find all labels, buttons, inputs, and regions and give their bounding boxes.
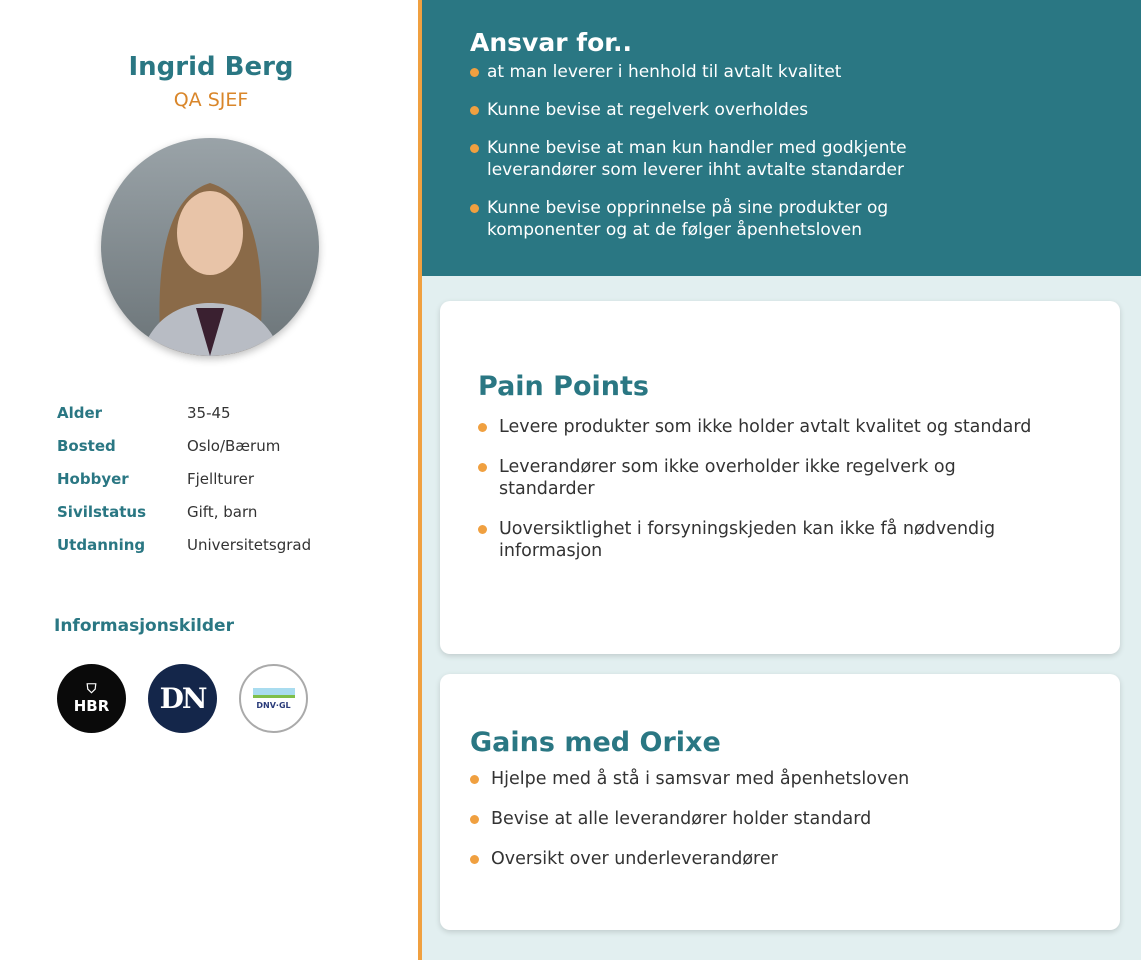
fact-value: 35-45	[187, 404, 231, 422]
sources-title: Informasjonskilder	[54, 616, 234, 636]
fact-value: Universitetsgrad	[187, 536, 312, 554]
fact-value: Gift, barn	[187, 503, 258, 521]
fact-row: Sivilstatus Gift, barn	[57, 503, 311, 536]
fact-value: Oslo/Bærum	[187, 437, 281, 455]
list-item: at man leverer i henhold til avtalt kval…	[470, 61, 950, 83]
gains-card: Gains med Orixe Hjelpe med å stå i samsv…	[440, 674, 1120, 930]
fact-row: Utdanning Universitetsgrad	[57, 536, 311, 569]
pain-points-title: Pain Points	[478, 371, 649, 402]
profile-panel: Ingrid Berg QA SJEF Alder 35-45 Bosted Osl…	[0, 0, 418, 960]
persona-role: QA SJEF	[173, 89, 249, 111]
fact-label: Bosted	[57, 437, 116, 455]
fact-label: Alder	[57, 404, 103, 422]
pain-points-card: Pain Points Levere produkter som ikke ho…	[440, 301, 1120, 654]
responsibilities-section: Ansvar for.. at man leverer i henhold ti…	[422, 0, 1141, 276]
dn-logo: DN	[148, 664, 217, 733]
fact-row: Hobbyer Fjellturer	[57, 470, 311, 503]
list-item: Uoversiktlighet i forsyningskjeden kan i…	[478, 518, 1038, 562]
list-item: Bevise at alle leverandører holder stand…	[470, 808, 1090, 830]
fact-label: Utdanning	[57, 536, 146, 554]
facts-list: Alder 35-45 Bosted Oslo/Bærum Hobbyer Fjell…	[57, 404, 311, 569]
content-panel: Ansvar for.. at man leverer i henhold ti…	[422, 0, 1141, 960]
sources-logos: ⛉ HBR DN DNV·GL	[57, 664, 308, 733]
persona-photo	[101, 138, 319, 356]
gains-title: Gains med Orixe	[470, 727, 721, 758]
hbr-logo: ⛉ HBR	[57, 664, 126, 733]
list-item: Hjelpe med å stå i samsvar med åpenhetsl…	[470, 768, 1090, 790]
list-item: Levere produkter som ikke holder avtalt …	[478, 416, 1038, 438]
list-item: Kunne bevise at regelverk overholdes	[470, 99, 950, 121]
list-item: Leverandører som ikke overholder ikke re…	[478, 456, 1038, 500]
list-item: Oversikt over underleverandører	[470, 848, 1090, 870]
list-item: Kunne bevise opprinnelse på sine produkt…	[470, 197, 950, 241]
persona-name: Ingrid Berg	[128, 52, 294, 82]
fact-value: Fjellturer	[187, 470, 254, 488]
fact-row: Bosted Oslo/Bærum	[57, 437, 311, 470]
dnv-gl-logo: DNV·GL	[239, 664, 308, 733]
list-item: Kunne bevise at man kun handler med godk…	[470, 137, 950, 181]
fact-label: Sivilstatus	[57, 503, 147, 521]
responsibilities-title: Ansvar for..	[470, 28, 633, 57]
fact-row: Alder 35-45	[57, 404, 311, 437]
fact-label: Hobbyer	[57, 470, 129, 488]
